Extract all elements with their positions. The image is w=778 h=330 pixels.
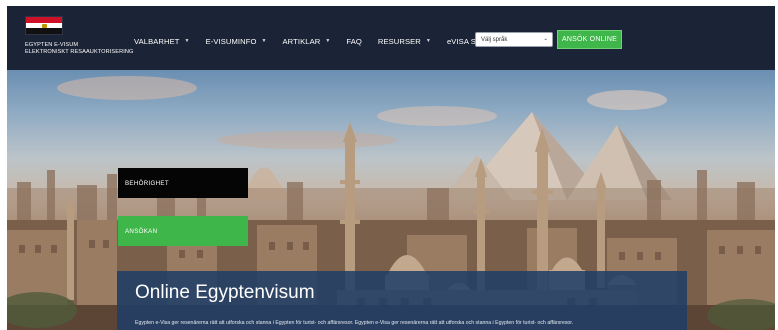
nav-item-eligibility[interactable]: VALBARHET ▼ (134, 37, 190, 46)
nav-item-resources[interactable]: RESURSER ▼ (378, 37, 431, 46)
nav-item-label: E-VISUMINFO (205, 36, 257, 46)
language-select[interactable]: Välj språk ⌄ (475, 32, 553, 47)
chevron-down-icon: ⌄ (543, 36, 548, 42)
caret-down-icon: ▼ (425, 38, 431, 44)
application-button[interactable]: ANSÖKAN (118, 216, 248, 246)
page-title: Online Egyptenvisum (135, 282, 315, 303)
main-nav: VALBARHET ▼ E-VISUMINFO ▼ ARTIKLAR ▼ FAQ… (134, 35, 516, 47)
site-header: EGYPTEN E-VISUM ELEKTRONISKT RESAAUKTORI… (7, 6, 775, 70)
nav-item-label: FAQ (346, 36, 362, 46)
nav-item-evisa-info[interactable]: E-VISUMINFO ▼ (206, 37, 267, 46)
brand-line-1: EGYPTEN E-VISUM (25, 42, 79, 48)
egypt-flag-icon (25, 16, 63, 35)
page-frame: EGYPTEN E-VISUM ELEKTRONISKT RESAAUKTORI… (7, 6, 775, 330)
language-select-value: Välj språk (481, 36, 508, 43)
nav-item-label: ARTIKLAR (282, 36, 321, 46)
eligibility-button[interactable]: BEHÖRIGHET (118, 168, 248, 198)
brand-line-2: ELEKTRONISKT RESAAUKTORISERING (25, 49, 134, 55)
brand-logo[interactable]: EGYPTEN E-VISUM ELEKTRONISKT RESAAUKTORI… (25, 16, 133, 56)
caret-down-icon: ▼ (261, 38, 267, 44)
nav-item-articles[interactable]: ARTIKLAR ▼ (283, 37, 331, 46)
caret-down-icon: ▼ (184, 38, 190, 44)
caret-down-icon: ▼ (325, 38, 331, 44)
nav-item-label: VALBARHET (134, 36, 180, 46)
brand-text: EGYPTEN E-VISUM ELEKTRONISKT RESAAUKTORI… (25, 42, 133, 56)
apply-online-button[interactable]: ANSÖK ONLINE (557, 30, 622, 49)
nav-item-faq[interactable]: FAQ (346, 37, 362, 46)
nav-item-label: RESURSER (377, 36, 421, 46)
hero-title-panel: Online Egyptenvisum Egypten e-Visa ger r… (117, 271, 687, 330)
hero-subtitle: Egypten e-Visa ger resenärerna rätt att … (135, 320, 574, 326)
